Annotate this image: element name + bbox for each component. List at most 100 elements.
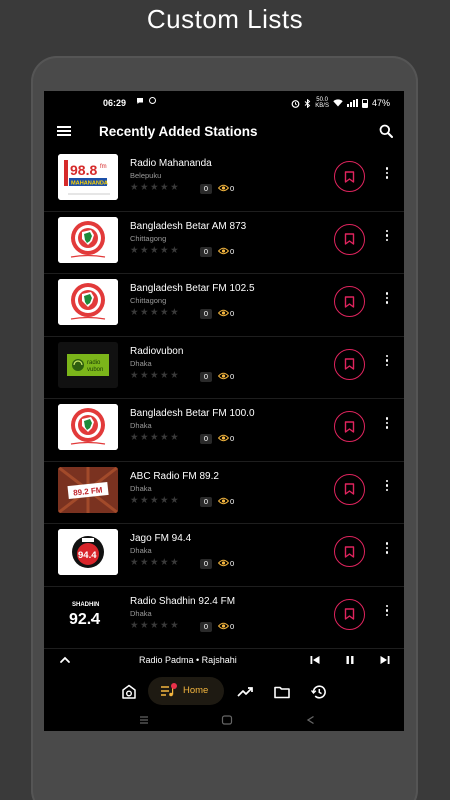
rating-count: 0 [200, 371, 212, 382]
list-item[interactable]: Bangladesh Betar FM 100.0 Dhaka ★★★★★ 0 … [44, 399, 404, 462]
radio-shadhin-logo: SHADHIN 92.4 [58, 591, 118, 638]
station-name: Jago FM 94.4 [130, 533, 192, 544]
more-options-icon[interactable] [383, 541, 391, 561]
list-item[interactable]: Bangladesh Betar FM 102.5 Chittagong ★★★… [44, 274, 404, 337]
bookmark-button[interactable] [334, 411, 365, 442]
network-speed: 50.0 KB/S [315, 97, 329, 109]
list-item[interactable]: 94.4 Jago FM 94.4 Dhaka ★★★★★ 0 0 [44, 524, 404, 587]
bangladesh-betar-logo [58, 216, 118, 263]
eye-icon [218, 434, 229, 442]
search-icon[interactable] [379, 124, 393, 138]
rating-stars: ★★★★★ [130, 619, 181, 631]
station-location: Dhaka [130, 608, 152, 618]
view-count: 0 [230, 621, 235, 631]
more-options-icon[interactable] [383, 291, 391, 311]
back-icon[interactable] [305, 715, 317, 725]
list-item[interactable]: 89.2 FM ABC Radio FM 89.2 Dhaka ★★★★★ 0 … [44, 462, 404, 524]
eye-icon [218, 247, 229, 254]
bookmark-button[interactable] [334, 473, 365, 505]
rating-stars: ★★★★★ [130, 432, 181, 443]
station-location: Dhaka [130, 421, 152, 430]
record-icon [149, 97, 156, 104]
folder-icon[interactable] [273, 683, 291, 701]
station-name: Radio Mahananda [130, 158, 212, 169]
view-count: 0 [230, 246, 235, 256]
bookmark-icon [344, 608, 355, 620]
jago-fm-logo: 94.4 [58, 529, 118, 575]
station-name: Bangladesh Betar FM 102.5 [130, 283, 255, 294]
station-location: Chittagong [130, 233, 167, 243]
bookmark-button[interactable] [334, 348, 365, 380]
bookmark-icon [344, 358, 355, 370]
svg-text:SHADHIN: SHADHIN [72, 602, 99, 608]
station-location: Dhaka [130, 358, 152, 368]
station-name: Bangladesh Betar AM 873 [130, 220, 247, 232]
station-name: ABC Radio FM 89.2 [130, 470, 219, 482]
station-list: 98.8 fm MAHANANDA Radio Mahananda Belepu… [44, 149, 404, 649]
bookmark-icon [344, 420, 355, 433]
bookmark-button[interactable] [334, 598, 365, 630]
view-count: 0 [230, 496, 235, 506]
bookmark-button[interactable] [334, 536, 365, 567]
station-name: Radiovubon [130, 345, 184, 357]
trending-icon[interactable] [236, 683, 254, 701]
rating-stars: ★★★★★ [130, 369, 181, 381]
page-title: Recently Added Stations [99, 124, 258, 139]
rating-stars: ★★★★★ [130, 494, 181, 506]
more-options-icon[interactable] [383, 604, 391, 624]
home-nav-icon[interactable] [221, 715, 233, 725]
list-item[interactable]: Bangladesh Betar AM 873 Chittagong ★★★★★… [44, 212, 404, 274]
eye-icon [218, 622, 229, 629]
bookmark-icon [344, 483, 355, 495]
battery-icon [361, 98, 368, 108]
more-options-icon[interactable] [383, 416, 391, 436]
bookmark-button[interactable] [334, 286, 365, 317]
list-item[interactable]: SHADHIN 92.4 Radio Shadhin 92.4 FM Dhaka… [44, 587, 404, 649]
bookmark-icon [344, 233, 355, 245]
bluetooth-icon [304, 98, 311, 108]
rating-count: 0 [200, 246, 212, 257]
bookmark-button[interactable] [334, 223, 365, 255]
eye-icon [218, 497, 229, 504]
view-count: 0 [230, 371, 235, 381]
list-item[interactable]: 98.8 fm MAHANANDA Radio Mahananda Belepu… [44, 149, 404, 212]
now-playing-text[interactable]: Radio Padma • Rajshahi [139, 655, 237, 665]
view-count: 0 [230, 184, 235, 193]
more-options-icon[interactable] [383, 229, 391, 249]
alarm-icon [291, 99, 300, 108]
app-bar: Recently Added Stations [44, 117, 404, 147]
more-options-icon[interactable] [383, 166, 391, 186]
skip-next-icon[interactable] [379, 654, 391, 666]
nav-home-tab[interactable]: Home [148, 677, 224, 705]
svg-text:fm: fm [100, 164, 107, 170]
bookmark-icon [344, 545, 355, 558]
notification-badge [171, 683, 177, 689]
station-location: Chittagong [130, 296, 167, 305]
history-icon[interactable] [310, 683, 328, 701]
status-bar: 06:29 50.0 KB/S 47% [44, 91, 404, 115]
recent-apps-icon[interactable] [138, 715, 150, 725]
mahananda-frequency: 98.8 [70, 162, 97, 178]
system-nav-bar [44, 711, 404, 731]
radio-icon[interactable] [120, 683, 138, 701]
menu-icon[interactable] [57, 126, 71, 136]
view-count: 0 [230, 309, 235, 318]
eye-icon [218, 559, 229, 567]
bottom-nav: Home [44, 677, 404, 707]
chevron-up-icon[interactable] [59, 654, 71, 666]
skip-previous-icon[interactable] [309, 654, 321, 666]
more-options-icon[interactable] [383, 354, 391, 374]
rating-count: 0 [200, 559, 212, 569]
list-item[interactable]: radio vubon Radiovubon Dhaka ★★★★★ 0 0 [44, 337, 404, 399]
status-time: 06:29 [103, 98, 127, 108]
rating-count: 0 [200, 434, 212, 444]
rating-count: 0 [200, 309, 212, 319]
mahananda-logo: 98.8 fm MAHANANDA [58, 154, 118, 200]
pause-icon[interactable] [344, 654, 356, 666]
bookmark-button[interactable] [334, 161, 365, 192]
bookmark-icon [344, 170, 355, 183]
more-options-icon[interactable] [383, 479, 391, 499]
eye-icon [218, 309, 229, 317]
wifi-icon [333, 99, 343, 107]
view-count: 0 [230, 559, 235, 568]
